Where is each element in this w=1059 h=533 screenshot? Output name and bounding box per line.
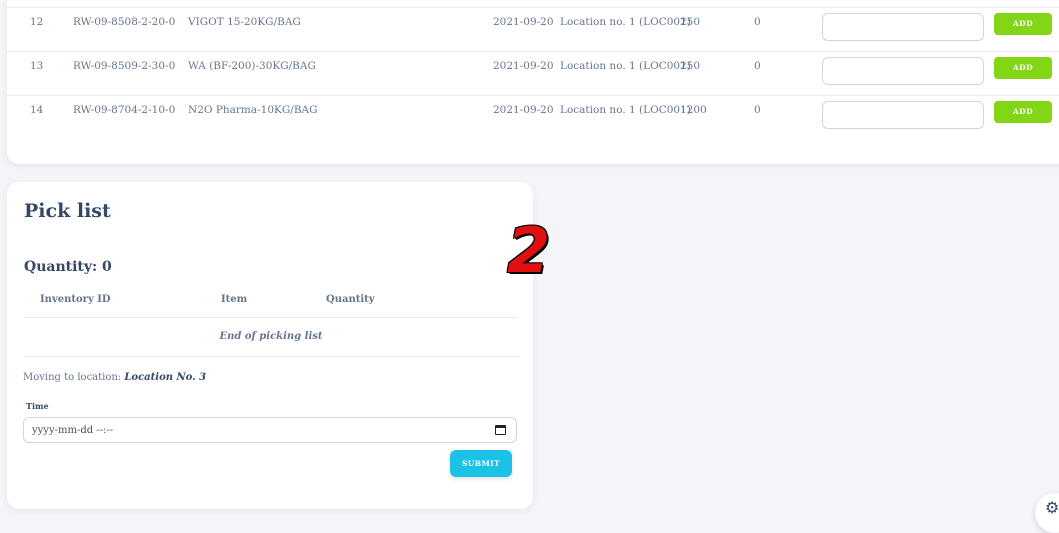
moving-to-location: Moving to location: Location No. 3 bbox=[23, 372, 206, 383]
item-name: VIGOT 15-20KG/BAG bbox=[188, 16, 301, 28]
location: Location no. 1 (LOC001) bbox=[560, 104, 691, 116]
settings-button[interactable]: ⚙ bbox=[1035, 493, 1059, 533]
quantity-input[interactable] bbox=[822, 57, 984, 85]
available-quantity: 1200 bbox=[680, 104, 707, 116]
moving-location-value: Location No. 3 bbox=[124, 372, 207, 383]
date: 2021-09-20 bbox=[493, 60, 554, 72]
column-header-quantity: Quantity bbox=[326, 294, 375, 305]
datetime-placeholder: yyyy-mm-dd --:-- bbox=[32, 425, 114, 436]
quantity-input[interactable] bbox=[822, 101, 984, 129]
pick-list-card: Pick list Quantity: 0 Inventory ID Item … bbox=[7, 182, 533, 509]
row-number: 14 bbox=[30, 104, 44, 116]
picked-quantity: 0 bbox=[754, 60, 761, 72]
pick-list-title: Pick list bbox=[24, 200, 111, 222]
picked-quantity: 0 bbox=[754, 104, 761, 116]
inventory-id: RW-09-8704-2-10-0 bbox=[73, 104, 176, 116]
row-number: 13 bbox=[30, 60, 44, 72]
add-button[interactable]: ADD bbox=[994, 13, 1052, 35]
add-button[interactable]: ADD bbox=[994, 101, 1052, 123]
divider bbox=[24, 356, 518, 357]
quantity-value: 0 bbox=[102, 259, 112, 275]
table-row: 14 RW-09-8704-2-10-0 N2O Pharma-10KG/BAG… bbox=[7, 95, 1059, 140]
calendar-icon[interactable] bbox=[495, 425, 506, 435]
inventory-id: RW-09-8509-2-30-0 bbox=[73, 60, 176, 72]
column-header-item: Item bbox=[221, 294, 248, 305]
quantity-label: Quantity: bbox=[24, 259, 98, 275]
step-number-annotation: 2 bbox=[507, 214, 551, 287]
add-button[interactable]: ADD bbox=[994, 57, 1052, 79]
location: Location no. 1 (LOC001) bbox=[560, 16, 691, 28]
table-row: 12 RW-09-8508-2-20-0 VIGOT 15-20KG/BAG 2… bbox=[7, 7, 1059, 52]
datetime-input[interactable]: yyyy-mm-dd --:-- bbox=[23, 417, 517, 443]
available-quantity: 250 bbox=[680, 16, 701, 28]
column-header-inventory-id: Inventory ID bbox=[40, 294, 111, 305]
location: Location no. 1 (LOC001) bbox=[560, 60, 691, 72]
date: 2021-09-20 bbox=[493, 16, 554, 28]
submit-button[interactable]: SUBMIT bbox=[450, 450, 512, 477]
table-row: 13 RW-09-8509-2-30-0 WA (BF-200)-30KG/BA… bbox=[7, 51, 1059, 96]
time-label: Time bbox=[26, 401, 49, 411]
gear-icon: ⚙ bbox=[1045, 498, 1059, 517]
item-name: N2O Pharma-10KG/BAG bbox=[188, 104, 318, 116]
date: 2021-09-20 bbox=[493, 104, 554, 116]
picked-quantity: 0 bbox=[754, 16, 761, 28]
available-quantity: 250 bbox=[680, 60, 701, 72]
item-name: WA (BF-200)-30KG/BAG bbox=[188, 60, 316, 72]
end-of-list-text: End of picking list bbox=[219, 331, 323, 342]
quantity-input[interactable] bbox=[822, 13, 984, 41]
row-number: 12 bbox=[30, 16, 44, 28]
divider bbox=[24, 317, 518, 318]
inventory-id: RW-09-8508-2-20-0 bbox=[73, 16, 176, 28]
moving-label: Moving to location: bbox=[23, 372, 122, 383]
